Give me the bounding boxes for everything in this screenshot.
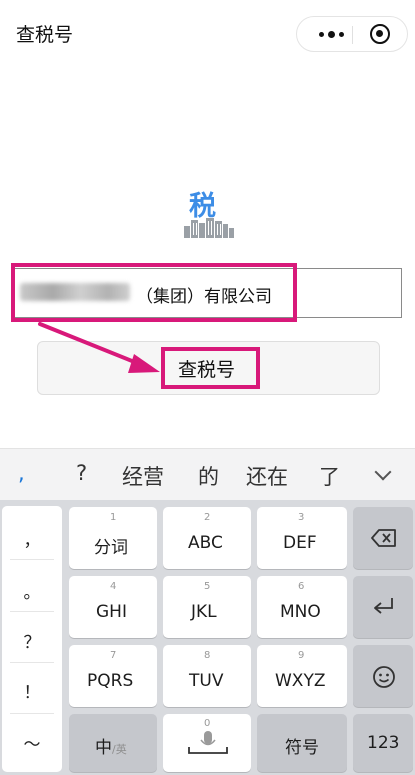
key-label: JKL: [191, 602, 217, 622]
key-label: 分词: [94, 538, 128, 558]
key-num: 1: [110, 512, 117, 523]
punct-divider: [10, 713, 54, 714]
punct-exclaim[interactable]: ！: [2, 678, 62, 703]
key-num: 9: [298, 650, 305, 661]
candidate-le[interactable]: 了: [319, 461, 340, 491]
key-num: 5: [204, 581, 211, 592]
emoji-smile-icon: [373, 666, 395, 688]
punct-comma[interactable]: ，: [2, 526, 62, 551]
mini-program-capsule: [296, 16, 408, 52]
key-num: 8: [204, 650, 211, 661]
input-highlight-box: [11, 263, 297, 322]
key-num: 3: [298, 512, 305, 523]
key-label: DEF: [283, 533, 317, 553]
close-target-icon[interactable]: [370, 24, 390, 44]
enter-return-icon: [374, 598, 393, 614]
candidate-haizai[interactable]: 还在: [246, 461, 288, 491]
buildings-icon: [184, 218, 234, 238]
microphone-space-icon: [188, 731, 228, 754]
punct-divider: [10, 662, 54, 663]
key-num: 4: [110, 581, 117, 592]
key-label: TUV: [189, 671, 224, 691]
more-dots-icon[interactable]: [311, 17, 351, 51]
lang-sub: /英: [112, 743, 127, 756]
symbol-label: 符号: [285, 738, 319, 758]
candidate-comma[interactable]: ,: [18, 461, 25, 485]
lang-main: 中: [95, 738, 112, 758]
punct-period[interactable]: 。: [2, 578, 62, 603]
capsule-divider: [352, 26, 353, 44]
punct-question[interactable]: ？: [2, 628, 62, 653]
page-title: 查税号: [16, 24, 74, 46]
candidate-question[interactable]: ?: [76, 461, 87, 485]
punct-divider: [10, 611, 54, 612]
candidate-jingying[interactable]: 经营: [122, 461, 164, 491]
tax-logo: 税: [182, 188, 236, 240]
key-label: ABC: [188, 533, 223, 553]
numeric-label: 123: [367, 733, 400, 753]
key-label: PQRS: [87, 671, 134, 691]
key-label: WXYZ: [275, 671, 326, 691]
backspace-icon: [371, 529, 396, 547]
candidate-de[interactable]: 的: [198, 461, 219, 491]
key-label: GHI: [96, 602, 127, 622]
lang-switch-label: 中/英: [95, 733, 127, 758]
key-num: 6: [298, 581, 305, 592]
key-num: 7: [110, 650, 117, 661]
button-highlight-box: [161, 347, 260, 389]
key-num: 2: [204, 512, 211, 523]
punct-divider: [10, 559, 54, 560]
punct-tilde[interactable]: ～: [2, 730, 62, 755]
nav-bar: 查税号: [0, 0, 415, 68]
key-label: MNO: [280, 602, 321, 622]
key-num: 0: [204, 718, 211, 729]
